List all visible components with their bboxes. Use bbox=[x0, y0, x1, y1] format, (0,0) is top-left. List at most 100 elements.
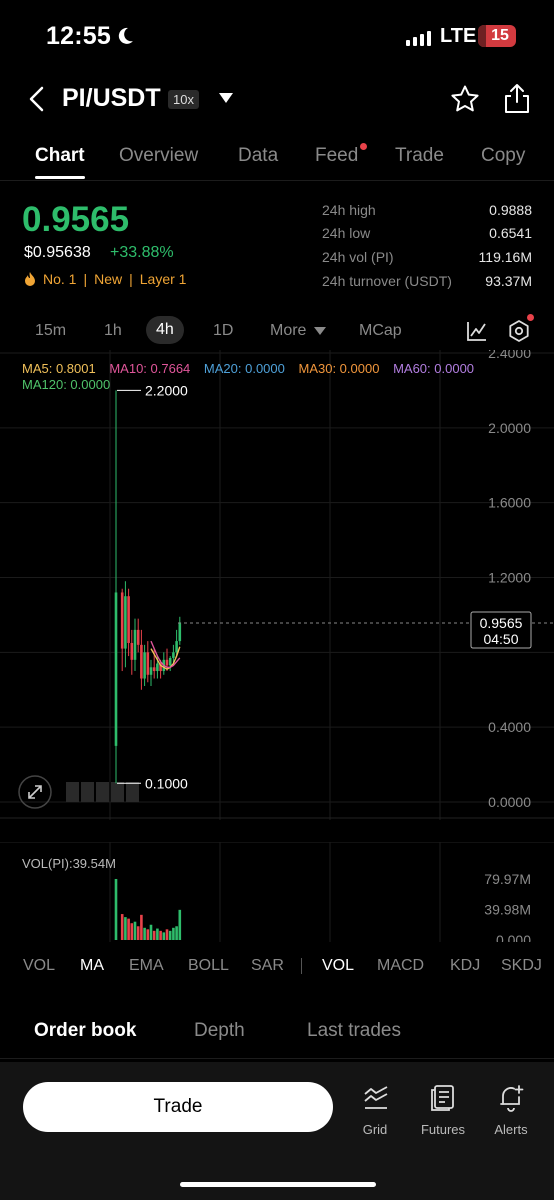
candle-body bbox=[124, 596, 127, 649]
ma120-label: MA120: 0.0000 bbox=[22, 377, 111, 392]
indicator-sub-vol[interactable]: VOL bbox=[322, 957, 354, 975]
alerts-label[interactable]: Alerts bbox=[481, 1122, 541, 1137]
volume-bar bbox=[127, 918, 130, 940]
stat-value-high: 0.9888 bbox=[489, 202, 532, 218]
volume-bar bbox=[156, 928, 159, 940]
volume-bar bbox=[149, 924, 153, 940]
tag-new[interactable]: New bbox=[94, 271, 122, 287]
candle-body bbox=[149, 667, 153, 675]
candle-body bbox=[175, 641, 178, 653]
expand-arrows bbox=[28, 785, 42, 799]
stat-value-vol: 119.16M bbox=[478, 249, 532, 265]
ma60-label: MA60: 0.0000 bbox=[393, 361, 475, 376]
watermark-logo bbox=[66, 782, 139, 802]
candle-body bbox=[172, 652, 175, 658]
watermark-block bbox=[81, 782, 94, 802]
status-time: 12:55 bbox=[46, 22, 111, 50]
interval-1d[interactable]: 1D bbox=[213, 322, 233, 340]
alert-bell-icon[interactable] bbox=[497, 1084, 525, 1112]
watermark-block bbox=[111, 782, 124, 802]
expand-icon bbox=[18, 775, 52, 809]
chevron-down-icon[interactable] bbox=[218, 92, 234, 104]
y-axis-label: 1.6000 bbox=[488, 495, 531, 511]
stat-label-vol: 24h vol (PI) bbox=[322, 249, 394, 265]
y-axis-label: 0.4000 bbox=[488, 719, 531, 735]
share-icon[interactable] bbox=[503, 82, 531, 114]
candle-body bbox=[156, 663, 159, 672]
star-icon[interactable] bbox=[450, 84, 480, 114]
ma5-label: MA5: 0.8001 bbox=[22, 361, 96, 376]
tab-data[interactable]: Data bbox=[238, 145, 278, 167]
tab-copy[interactable]: Copy bbox=[481, 145, 525, 167]
last-price-tag: 0.9565 bbox=[480, 615, 523, 631]
tab-chart[interactable]: Chart bbox=[35, 145, 85, 167]
watermark-block bbox=[126, 782, 139, 802]
price-usd: $0.95638 bbox=[24, 244, 91, 261]
indicator-skdj[interactable]: SKDJ bbox=[501, 957, 542, 975]
indicator-boll[interactable]: BOLL bbox=[188, 957, 229, 975]
indicator-sar[interactable]: SAR bbox=[251, 957, 284, 975]
indicator-ma[interactable]: MA bbox=[80, 957, 104, 975]
interval-mcap[interactable]: MCap bbox=[359, 322, 402, 340]
candle-body bbox=[165, 659, 169, 666]
network-type: LTE bbox=[440, 25, 477, 47]
volume-bar bbox=[136, 926, 140, 940]
notification-dot bbox=[527, 314, 534, 321]
tab-overview[interactable]: Overview bbox=[119, 145, 198, 167]
tag-layer[interactable]: Layer 1 bbox=[140, 271, 187, 287]
volume-label: VOL(PI):39.54M bbox=[22, 856, 116, 871]
volume-bar bbox=[165, 929, 169, 940]
chevron-down-icon[interactable] bbox=[314, 326, 326, 336]
moon-icon bbox=[118, 27, 133, 44]
tab-feed[interactable]: Feed bbox=[315, 145, 358, 167]
volume-bar bbox=[124, 917, 127, 940]
indicator-macd[interactable]: MACD bbox=[377, 957, 424, 975]
candle-body bbox=[146, 652, 150, 675]
indicator-vol[interactable]: VOL bbox=[23, 957, 55, 975]
stat-label-turnover: 24h turnover (USDT) bbox=[322, 273, 452, 289]
candlestick-chart[interactable]: 2.40002.00001.60001.20000.40000.00002.20… bbox=[0, 350, 554, 820]
candle-body bbox=[168, 657, 172, 666]
ma30-label: MA30: 0.0000 bbox=[298, 361, 380, 376]
volume-bar bbox=[130, 923, 134, 940]
divider bbox=[0, 180, 554, 181]
volume-bar bbox=[152, 930, 156, 940]
volume-bar bbox=[120, 914, 124, 940]
interval-15m[interactable]: 15m bbox=[35, 322, 66, 340]
stat-label-high: 24h high bbox=[322, 202, 376, 218]
indicator-kdj[interactable]: KDJ bbox=[450, 957, 480, 975]
tab-order-book[interactable]: Order book bbox=[34, 1020, 136, 1042]
settings-icon[interactable] bbox=[507, 319, 531, 343]
grid-label[interactable]: Grid bbox=[345, 1122, 405, 1137]
interval-1h[interactable]: 1h bbox=[104, 322, 122, 340]
tab-last-trades[interactable]: Last trades bbox=[307, 1020, 401, 1042]
tab-trade[interactable]: Trade bbox=[395, 145, 444, 167]
futures-icon[interactable] bbox=[429, 1084, 457, 1112]
pair-title[interactable]: PI/USDT bbox=[62, 84, 161, 113]
interval-4h[interactable]: 4h bbox=[146, 316, 184, 344]
candle-body bbox=[143, 652, 146, 679]
fire-icon bbox=[25, 272, 35, 286]
grid-icon[interactable] bbox=[362, 1084, 390, 1112]
price-change: +33.88% bbox=[110, 244, 174, 261]
notification-dot bbox=[360, 143, 367, 150]
back-icon[interactable] bbox=[24, 84, 52, 114]
token-tags: No. 1 | New | Layer 1 bbox=[24, 271, 186, 287]
volume-bar bbox=[143, 927, 146, 940]
candle-body bbox=[133, 629, 137, 660]
tag-rank[interactable]: No. 1 bbox=[43, 271, 76, 287]
futures-label[interactable]: Futures bbox=[413, 1122, 473, 1137]
volume-axis-label: 0.000 bbox=[496, 932, 531, 942]
tab-underline bbox=[35, 176, 85, 179]
divider bbox=[0, 1058, 554, 1059]
candle-body bbox=[130, 642, 134, 660]
interval-more[interactable]: More bbox=[270, 322, 306, 340]
ma20-label: MA20: 0.0000 bbox=[203, 361, 285, 376]
trade-button[interactable]: Trade bbox=[23, 1082, 333, 1132]
indicator-ema[interactable]: EMA bbox=[129, 957, 164, 975]
candle-body bbox=[152, 667, 156, 672]
y-axis-label: 1.2000 bbox=[488, 570, 531, 586]
indicator-icon[interactable] bbox=[466, 320, 488, 342]
volume-axis-label: 79.97M bbox=[484, 871, 531, 887]
tab-depth[interactable]: Depth bbox=[194, 1020, 245, 1042]
